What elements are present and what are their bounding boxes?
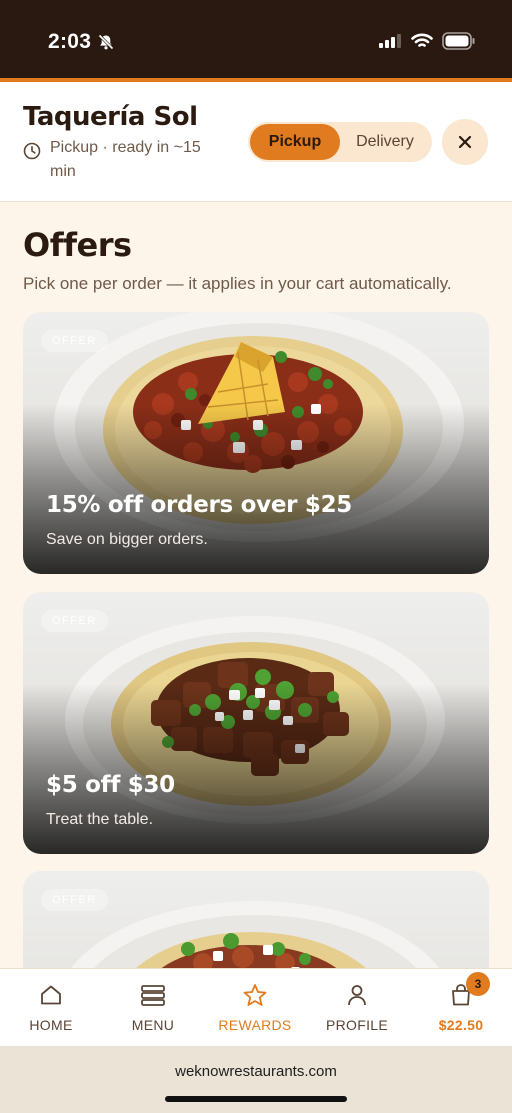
- nav-cart[interactable]: $22.50: [410, 969, 512, 1047]
- order-mode-toggle: Pickup Delivery: [248, 122, 432, 162]
- offer-title: 15% off orders over $25: [46, 492, 352, 518]
- home-indicator[interactable]: [165, 1096, 347, 1102]
- browser-url-bar[interactable]: weknowrestaurants.com: [0, 1046, 512, 1113]
- offer-badge: OFFER: [41, 889, 108, 911]
- offer-badge: OFFER: [41, 330, 108, 352]
- nav-menu-label: MENU: [131, 1017, 175, 1033]
- battery-icon: [442, 32, 475, 50]
- cart-count-badge: 3: [466, 972, 490, 996]
- nav-home[interactable]: HOME: [0, 969, 102, 1047]
- restaurant-name: Taquería Sol: [23, 102, 198, 132]
- clock-icon: [23, 142, 41, 160]
- nav-profile[interactable]: PROFILE: [306, 969, 408, 1047]
- restaurant-header: Taquería Sol Pickup · ready in ~15 min P…: [0, 82, 512, 202]
- signal-icon: [379, 34, 401, 48]
- star-icon: [243, 984, 267, 1006]
- nav-home-label: HOME: [29, 1017, 73, 1033]
- pickup-info-text: Pickup · ready in ~15 min: [50, 139, 201, 180]
- offer-badge: OFFER: [41, 610, 108, 632]
- url-text: weknowrestaurants.com: [175, 1063, 337, 1080]
- wifi-icon: [411, 33, 433, 47]
- nav-rewards[interactable]: REWARDS: [204, 969, 306, 1047]
- cart-total: $22.50: [438, 1017, 484, 1033]
- person-icon: [348, 985, 366, 1006]
- nav-rewards-label: REWARDS: [218, 1017, 292, 1033]
- page-subtitle: Pick one per order — it applies in your …: [23, 274, 452, 293]
- pickup-info: Pickup · ready in ~15 min: [23, 136, 230, 184]
- close-button[interactable]: [442, 119, 488, 165]
- pickup-mode-button[interactable]: Pickup: [250, 124, 340, 160]
- close-icon: [458, 135, 472, 149]
- delivery-mode-button[interactable]: Delivery: [340, 124, 430, 160]
- offer-description: Save on bigger orders.: [46, 531, 208, 548]
- nav-profile-label: PROFILE: [325, 1017, 388, 1033]
- nav-menu[interactable]: MENU: [102, 969, 204, 1047]
- home-icon: [41, 985, 61, 1005]
- status-time: 2:03: [48, 30, 115, 54]
- bottom-nav: HOME MENU REWARDS PROFILE $22.50: [0, 968, 512, 1046]
- offer-card[interactable]: OFFER 15% off orders over $25 Save on bi…: [23, 312, 489, 574]
- status-time-text: 2:03: [48, 30, 92, 53]
- menu-icon: [141, 985, 165, 1006]
- page-title: Offers: [23, 226, 132, 264]
- offer-card[interactable]: OFFER $5 off $30 Treat the table.: [23, 592, 489, 854]
- offer-title: $5 off $30: [46, 772, 175, 798]
- offer-description: Treat the table.: [46, 811, 154, 828]
- bell-slash-icon: [98, 34, 114, 50]
- status-bar: 2:03: [0, 0, 512, 80]
